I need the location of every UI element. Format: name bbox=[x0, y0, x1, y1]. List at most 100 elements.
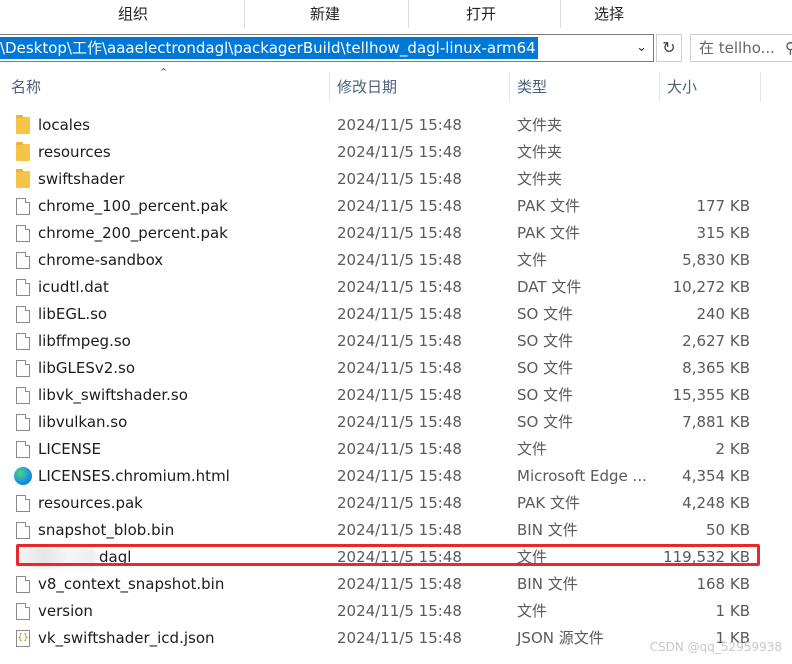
file-type: 文件 bbox=[517, 251, 548, 269]
column-size[interactable]: 大小 bbox=[667, 70, 697, 104]
file-type: PAK 文件 bbox=[517, 494, 580, 512]
file-type: SO 文件 bbox=[517, 386, 574, 404]
file-type: DAT 文件 bbox=[517, 278, 582, 296]
json-file-icon: {} bbox=[16, 630, 30, 647]
folder-icon bbox=[16, 169, 30, 188]
file-type: BIN 文件 bbox=[517, 521, 578, 539]
file-row[interactable]: chrome_200_percent.pak 2024/11/5 15:48 PAK… bbox=[0, 220, 792, 247]
file-row[interactable]: resources.pak 2024/11/5 15:48 PAK 文件 4,248 … bbox=[0, 490, 792, 517]
file-row[interactable]: libGLESv2.so 2024/11/5 15:48 SO 文件 8,365 KB bbox=[0, 355, 792, 382]
file-row[interactable]: v8_context_snapshot.bin 2024/11/5 15:48 BI… bbox=[0, 571, 792, 598]
file-name[interactable]: libEGL.so bbox=[38, 301, 107, 328]
file-size: 15,355 KB bbox=[672, 386, 750, 404]
file-name[interactable]: version bbox=[38, 598, 93, 625]
file-row[interactable]: icudtl.dat 2024/11/5 15:48 DAT 文件 10,272 KB bbox=[0, 274, 792, 301]
file-type: 文件夹 bbox=[517, 116, 563, 134]
column-name[interactable]: 名称 bbox=[11, 70, 41, 104]
ribbon-group-open[interactable]: 打开 bbox=[438, 0, 524, 28]
file-size: 168 KB bbox=[696, 575, 750, 593]
file-row[interactable]: swiftshader 2024/11/5 15:48 文件夹 bbox=[0, 166, 792, 193]
file-icon bbox=[16, 414, 30, 431]
chevron-down-icon[interactable]: ⌄ bbox=[636, 35, 647, 61]
file-row[interactable]: chrome-sandbox 2024/11/5 15:48 文件 5,830 KB bbox=[0, 247, 792, 274]
column-date[interactable]: 修改日期 bbox=[337, 70, 397, 104]
file-name[interactable]: locales bbox=[38, 112, 90, 139]
file-row[interactable]: version 2024/11/5 15:48 文件 1 KB bbox=[0, 598, 792, 625]
watermark: CSDN @qq_52959938 bbox=[649, 640, 782, 654]
file-date: 2024/11/5 15:48 bbox=[337, 170, 462, 188]
file-name[interactable]: libGLESv2.so bbox=[38, 355, 135, 382]
file-row[interactable]: resources 2024/11/5 15:48 文件夹 bbox=[0, 139, 792, 166]
file-row[interactable]: snapshot_blob.bin 2024/11/5 15:48 BIN 文件 50… bbox=[0, 517, 792, 544]
file-date: 2024/11/5 15:48 bbox=[337, 629, 462, 647]
file-row[interactable]: LICENSE 2024/11/5 15:48 文件 2 KB bbox=[0, 436, 792, 463]
file-name[interactable]: chrome_100_percent.pak bbox=[38, 193, 228, 220]
address-bar[interactable]: \Desktop\工作\aaaelectrondagl\packagerBuil… bbox=[0, 34, 654, 62]
file-type: 文件夹 bbox=[517, 170, 563, 188]
ribbon-group-labels: 组织 新建 打开 选择 bbox=[0, 0, 792, 28]
file-name[interactable]: vk_swiftshader_icd.json bbox=[38, 625, 215, 652]
file-name[interactable]: libvulkan.so bbox=[38, 409, 127, 436]
file-type: Microsoft Edge ... bbox=[517, 467, 647, 485]
file-icon bbox=[16, 603, 30, 620]
file-size: 177 KB bbox=[696, 197, 750, 215]
file-type: BIN 文件 bbox=[517, 575, 578, 593]
file-name[interactable]: libvk_swiftshader.so bbox=[38, 382, 188, 409]
file-name[interactable]: v8_context_snapshot.bin bbox=[38, 571, 224, 598]
file-row[interactable]: locales 2024/11/5 15:48 文件夹 bbox=[0, 112, 792, 139]
file-row[interactable]: LICENSES.chromium.html 2024/11/5 15:48 Mic… bbox=[0, 463, 792, 490]
file-type: SO 文件 bbox=[517, 332, 574, 350]
column-divider[interactable] bbox=[509, 72, 510, 102]
file-name[interactable]: icudtl.dat bbox=[38, 274, 109, 301]
search-placeholder: 在 tellho... bbox=[699, 39, 775, 57]
file-icon bbox=[16, 495, 30, 512]
refresh-icon[interactable]: ↻ bbox=[656, 34, 682, 62]
file-size: 315 KB bbox=[696, 224, 750, 242]
ribbon-separator bbox=[244, 0, 245, 28]
search-icon[interactable]: ⚲ bbox=[785, 35, 792, 61]
file-date: 2024/11/5 15:48 bbox=[337, 197, 462, 215]
file-name[interactable]: resources.pak bbox=[38, 490, 143, 517]
file-row[interactable]: libffmpeg.so 2024/11/5 15:48 SO 文件 2,627 KB bbox=[0, 328, 792, 355]
file-name[interactable]: chrome_200_percent.pak bbox=[38, 220, 228, 247]
ribbon-group-organize[interactable]: 组织 bbox=[90, 0, 176, 28]
file-row[interactable]: libEGL.so 2024/11/5 15:48 SO 文件 240 KB bbox=[0, 301, 792, 328]
column-divider[interactable] bbox=[659, 72, 660, 102]
file-icon bbox=[16, 360, 30, 377]
file-icon bbox=[16, 198, 30, 215]
file-name[interactable]: LICENSE bbox=[38, 436, 101, 463]
file-row[interactable]: libvk_swiftshader.so 2024/11/5 15:48 SO 文件… bbox=[0, 382, 792, 409]
file-icon bbox=[16, 333, 30, 350]
column-divider[interactable] bbox=[329, 72, 330, 102]
ribbon-group-select[interactable]: 选择 bbox=[566, 0, 652, 28]
search-input[interactable]: 在 tellho... ⚲ bbox=[690, 34, 792, 62]
file-type: SO 文件 bbox=[517, 359, 574, 377]
column-header: ⌃ 名称 修改日期 类型 大小 bbox=[0, 66, 792, 104]
file-size: 240 KB bbox=[696, 305, 750, 323]
file-size: 4,248 KB bbox=[682, 494, 750, 512]
file-date: 2024/11/5 15:48 bbox=[337, 278, 462, 296]
file-size: 5,830 KB bbox=[682, 251, 750, 269]
file-row[interactable]: chrome_100_percent.pak 2024/11/5 15:48 PAK… bbox=[0, 193, 792, 220]
sort-ascending-icon: ⌃ bbox=[159, 66, 169, 79]
column-divider[interactable] bbox=[760, 72, 761, 102]
file-row[interactable]: libvulkan.so 2024/11/5 15:48 SO 文件 7,881 KB bbox=[0, 409, 792, 436]
file-type: PAK 文件 bbox=[517, 224, 580, 242]
file-name[interactable]: chrome-sandbox bbox=[38, 247, 163, 274]
folder-icon bbox=[16, 142, 30, 161]
file-name[interactable]: swiftshader bbox=[38, 166, 125, 193]
column-type[interactable]: 类型 bbox=[517, 70, 547, 104]
file-icon bbox=[16, 387, 30, 404]
file-name[interactable]: snapshot_blob.bin bbox=[38, 517, 174, 544]
address-path[interactable]: \Desktop\工作\aaaelectrondagl\packagerBuil… bbox=[0, 37, 538, 59]
file-type: 文件 bbox=[517, 440, 548, 458]
address-row: \Desktop\工作\aaaelectrondagl\packagerBuil… bbox=[0, 30, 792, 66]
file-icon bbox=[16, 279, 30, 296]
file-date: 2024/11/5 15:48 bbox=[337, 440, 462, 458]
ribbon-group-new[interactable]: 新建 bbox=[282, 0, 368, 28]
file-name[interactable]: resources bbox=[38, 139, 111, 166]
file-name[interactable]: libffmpeg.so bbox=[38, 328, 131, 355]
file-date: 2024/11/5 15:48 bbox=[337, 332, 462, 350]
file-date: 2024/11/5 15:48 bbox=[337, 521, 462, 539]
file-name[interactable]: LICENSES.chromium.html bbox=[38, 463, 230, 490]
